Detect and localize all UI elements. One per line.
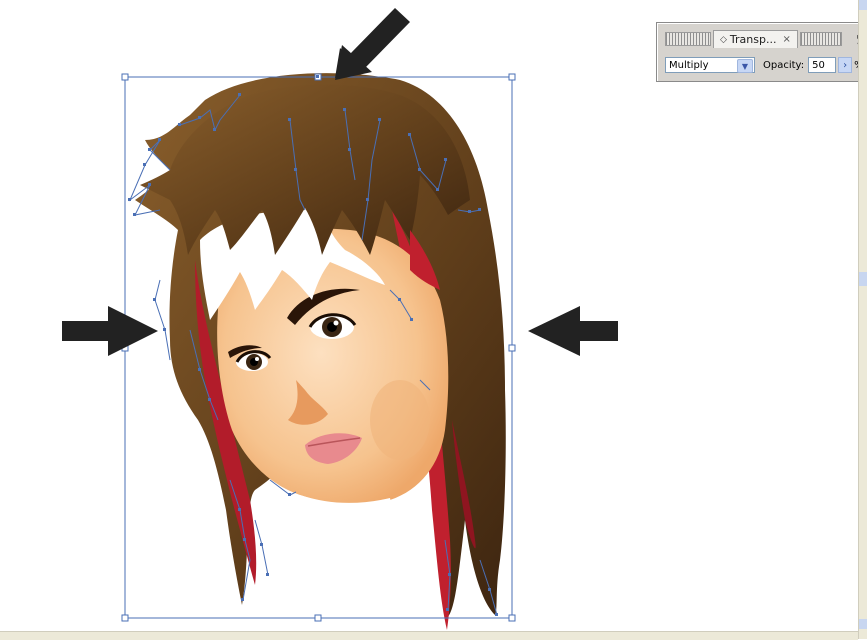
opacity-label: Opacity: bbox=[763, 59, 805, 71]
arrow-left-icon bbox=[528, 306, 618, 356]
opacity-input[interactable]: 50 bbox=[808, 57, 837, 73]
arrow-down-left-icon bbox=[335, 8, 410, 80]
tab-transparency[interactable]: ◇ Transp... × bbox=[713, 30, 798, 48]
blend-mode-value: Multiply bbox=[669, 59, 709, 71]
opacity-slider-button[interactable]: › bbox=[838, 57, 853, 73]
chevron-down-icon[interactable]: ▼ bbox=[737, 59, 753, 73]
tab-label: Transp... bbox=[729, 33, 777, 46]
close-icon[interactable]: × bbox=[782, 34, 790, 45]
arrow-right-icon bbox=[62, 306, 158, 356]
transparency-panel: ◇ Transp... × ▸▾≡ Multiply ▼ Opacity: 50… bbox=[656, 22, 867, 82]
panel-options-icon[interactable]: ◇ bbox=[720, 35, 727, 45]
vertical-scrollbar[interactable] bbox=[858, 0, 867, 639]
panel-controls: Multiply ▼ Opacity: 50 › % bbox=[665, 55, 867, 75]
artboard[interactable] bbox=[0, 0, 867, 639]
panel-grip-right[interactable] bbox=[799, 32, 842, 46]
scroll-up-button[interactable] bbox=[859, 0, 867, 10]
panel-grip[interactable] bbox=[665, 32, 711, 46]
scroll-down-button[interactable] bbox=[859, 619, 867, 629]
scroll-thumb[interactable] bbox=[859, 272, 867, 286]
panel-header: ◇ Transp... × bbox=[665, 30, 867, 48]
blend-mode-select[interactable]: Multiply ▼ bbox=[665, 57, 755, 73]
opacity-value: 50 bbox=[812, 59, 825, 71]
